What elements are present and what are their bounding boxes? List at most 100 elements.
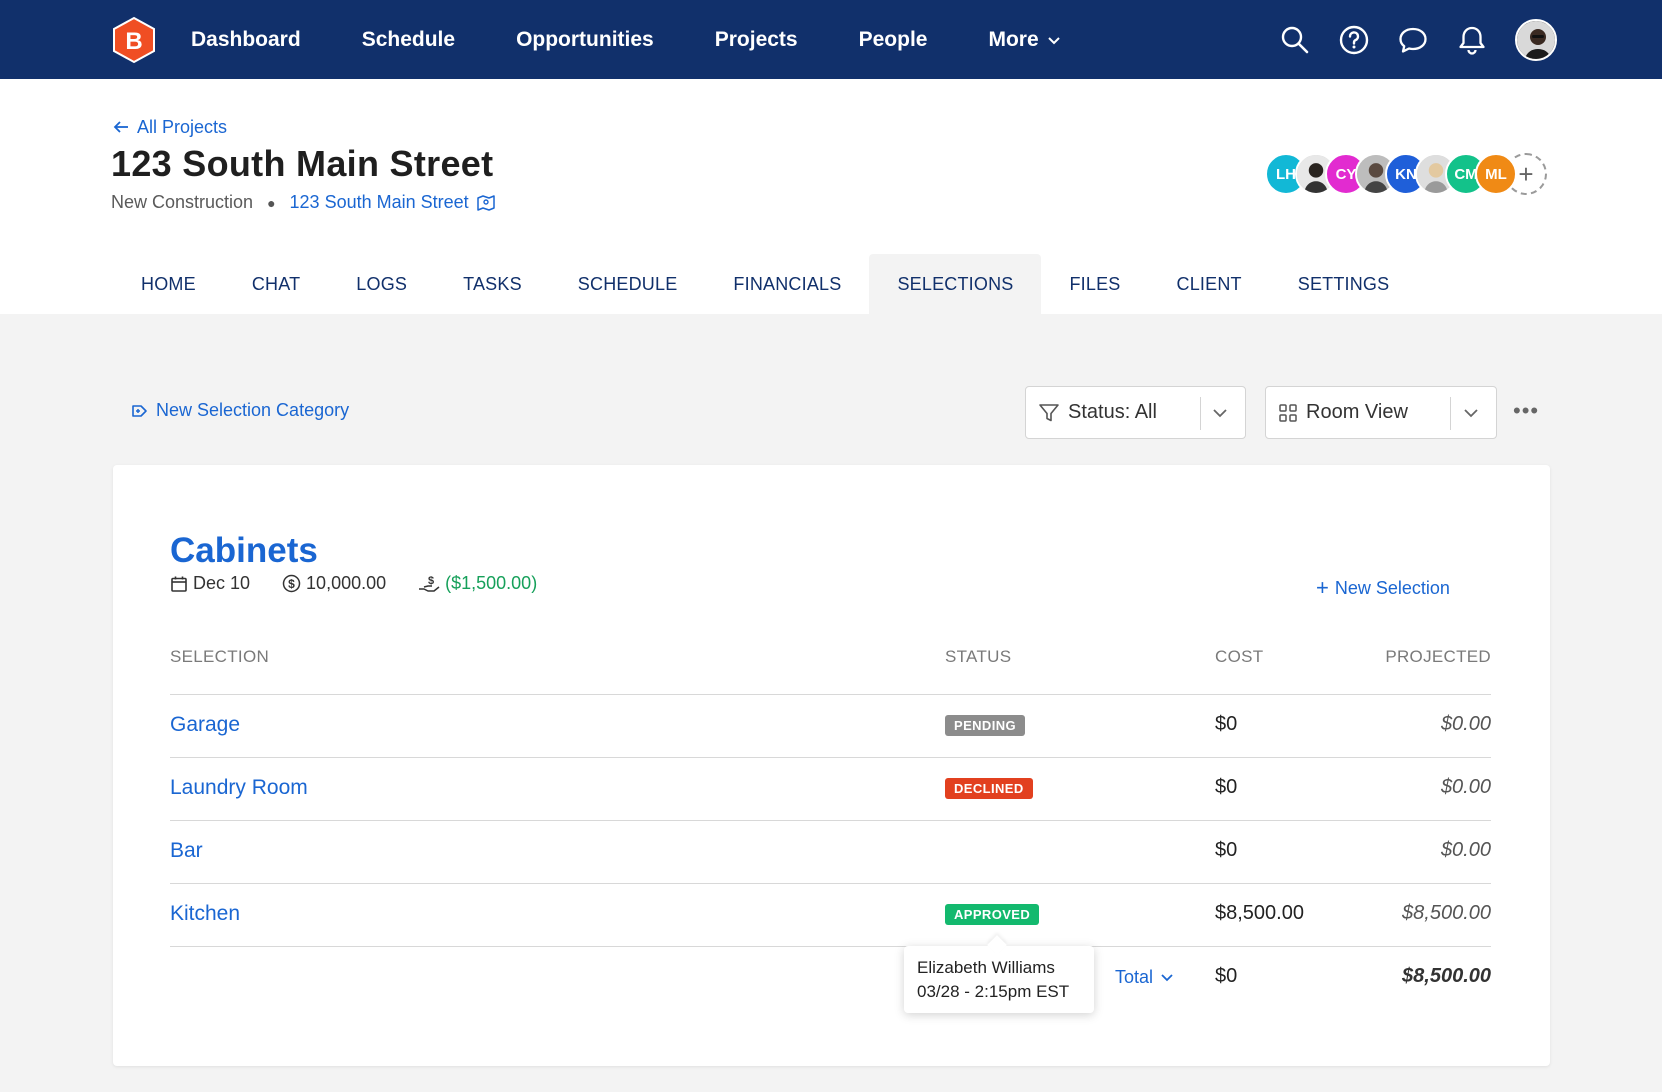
selection-name-link[interactable]: Kitchen: [170, 902, 240, 926]
projected-value: $8,500.00: [1402, 902, 1491, 924]
total-label: Total: [1115, 967, 1154, 987]
tab-client[interactable]: CLIENT: [1149, 254, 1270, 314]
cost-value: $0: [1215, 776, 1238, 798]
budget: $ 10,000.00: [282, 573, 386, 594]
team-avatar[interactable]: ML: [1475, 153, 1517, 195]
project-header: All Projects 123 South Main Street New C…: [0, 79, 1662, 314]
column-selection[interactable]: SELECTION: [170, 647, 269, 667]
project-subline: New Construction ● 123 South Main Street: [111, 192, 495, 213]
tab-financials[interactable]: FINANCIALS: [705, 254, 869, 314]
main-nav-links: Dashboard Schedule Opportunities Project…: [191, 0, 1122, 79]
chevron-down-icon: [1047, 28, 1061, 52]
tab-tasks[interactable]: TASKS: [435, 254, 550, 314]
category-title[interactable]: Cabinets: [170, 531, 318, 571]
new-selection-button[interactable]: + New Selection: [1316, 575, 1450, 601]
approval-tooltip: Elizabeth Williams 03/28 - 2:15pm EST: [904, 946, 1094, 1013]
total-dropdown[interactable]: Total: [1115, 967, 1174, 988]
tab-home[interactable]: HOME: [113, 254, 224, 314]
nav-more-label: More: [988, 27, 1039, 51]
back-to-projects-link[interactable]: All Projects: [113, 117, 227, 138]
status-badge[interactable]: APPROVED: [945, 904, 1040, 925]
tag-add-icon: [131, 403, 149, 419]
grid-icon: [1278, 403, 1298, 423]
new-selection-category-button[interactable]: New Selection Category: [131, 400, 349, 421]
dropdown-divider: [1200, 397, 1201, 430]
category-meta: Dec 10 $ 10,000.00 $ ($1,500.00): [170, 573, 569, 594]
logo-letter: B: [125, 28, 142, 55]
view-mode-dropdown[interactable]: Room View: [1265, 386, 1497, 439]
top-nav: B Dashboard Schedule Opportunities Proje…: [0, 0, 1662, 79]
user-avatar[interactable]: [1515, 18, 1557, 61]
budget-value: 10,000.00: [306, 573, 387, 593]
table-row[interactable]: Bar $0 $0.00: [170, 820, 1491, 883]
chevron-down-icon: [1462, 404, 1480, 422]
selection-name-link[interactable]: Garage: [170, 713, 240, 737]
bell-icon[interactable]: [1455, 23, 1489, 57]
cost-value: $0: [1215, 713, 1238, 735]
dollar-circle-icon: $: [282, 574, 301, 593]
nav-projects[interactable]: Projects: [715, 28, 798, 52]
plus-icon: +: [1316, 575, 1329, 600]
total-projected: $8,500.00: [1402, 965, 1491, 987]
project-type: New Construction: [111, 192, 254, 212]
status-filter-dropdown[interactable]: Status: All: [1025, 386, 1246, 439]
nav-more[interactable]: More: [988, 28, 1060, 52]
back-link-label: All Projects: [137, 117, 228, 137]
project-address-link[interactable]: 123 South Main Street: [290, 192, 469, 213]
table-row[interactable]: Laundry Room DECLINED $0 $0.00: [170, 757, 1491, 820]
budget-variance: $ ($1,500.00): [418, 573, 537, 594]
app-logo[interactable]: B: [110, 16, 158, 64]
projected-value: $0.00: [1440, 839, 1491, 861]
table-row[interactable]: Kitchen APPROVED $8,500.00 $8,500.00: [170, 883, 1491, 946]
tab-logs[interactable]: LOGS: [328, 254, 435, 314]
variance-value: ($1,500.00): [445, 573, 538, 593]
column-status[interactable]: STATUS: [945, 647, 1011, 667]
search-icon[interactable]: [1278, 23, 1312, 57]
project-tabs: HOME CHAT LOGS TASKS SCHEDULE FINANCIALS…: [113, 254, 1417, 314]
chat-icon[interactable]: [1396, 23, 1430, 57]
nav-schedule[interactable]: Schedule: [362, 28, 455, 52]
cost-value: $0: [1215, 839, 1238, 861]
help-icon[interactable]: [1337, 23, 1371, 57]
cost-value: $8,500.00: [1215, 902, 1304, 924]
tab-schedule[interactable]: SCHEDULE: [550, 254, 706, 314]
view-mode-label: Room View: [1306, 401, 1408, 423]
separator-dot: ●: [267, 194, 276, 211]
dropdown-divider: [1450, 397, 1451, 430]
due-date-value: Dec 10: [193, 573, 251, 593]
table-row[interactable]: Garage PENDING $0 $0.00: [170, 694, 1491, 757]
tab-settings[interactable]: SETTINGS: [1270, 254, 1418, 314]
nav-opportunities[interactable]: Opportunities: [516, 28, 654, 52]
hand-money-icon: $: [418, 574, 440, 594]
selection-name-link[interactable]: Laundry Room: [170, 776, 308, 800]
column-projected[interactable]: PROJECTED: [1385, 647, 1491, 667]
svg-text:$: $: [428, 575, 434, 587]
status-badge: PENDING: [945, 715, 1026, 736]
tab-selections[interactable]: SELECTIONS: [869, 254, 1042, 314]
approver-name: Elizabeth Williams: [917, 958, 1055, 977]
calendar-icon: [170, 575, 188, 593]
nav-dashboard[interactable]: Dashboard: [191, 28, 301, 52]
status-filter-label: Status: All: [1068, 401, 1157, 423]
page-title: 123 South Main Street: [111, 143, 494, 184]
new-selection-category-label: New Selection Category: [156, 400, 350, 420]
total-row: Total $0 $8,500.00: [170, 946, 1491, 1009]
nav-people[interactable]: People: [859, 28, 928, 52]
team-avatars: LH CY KN CM ML +: [1265, 153, 1547, 197]
total-cost: $0: [1215, 965, 1238, 987]
chevron-down-icon: [1211, 404, 1229, 422]
map-icon[interactable]: [476, 194, 495, 211]
more-options-icon[interactable]: •••: [1513, 398, 1539, 424]
selection-name-link[interactable]: Bar: [170, 839, 203, 863]
tab-chat[interactable]: CHAT: [224, 254, 328, 314]
selection-category-card: Cabinets Dec 10 $ 10,000.00 $ ($1,500.00…: [113, 465, 1550, 1066]
chevron-down-icon: [1160, 973, 1174, 983]
arrow-left-icon: [113, 117, 129, 138]
svg-text:$: $: [288, 577, 295, 591]
projected-value: $0.00: [1440, 713, 1491, 735]
column-cost[interactable]: COST: [1215, 647, 1263, 667]
projected-value: $0.00: [1440, 776, 1491, 798]
approval-time: 03/28 - 2:15pm EST: [917, 982, 1070, 1001]
tab-files[interactable]: FILES: [1041, 254, 1148, 314]
table-header: SELECTION STATUS COST PROJECTED: [170, 647, 1491, 681]
